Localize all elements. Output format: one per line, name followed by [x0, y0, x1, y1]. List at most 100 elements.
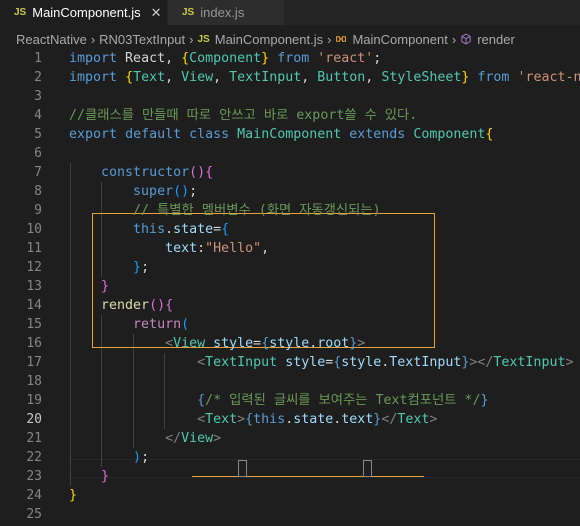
- code-text: import {Text, View, TextInput, Button, S…: [69, 68, 580, 87]
- code-token: (): [149, 298, 166, 313]
- code-token: {: [205, 165, 214, 180]
- code-line[interactable]: 20 <Text>{this.state.text}</Text>: [0, 410, 580, 429]
- code-token: 'react': [317, 51, 374, 66]
- line-number: 5: [34, 127, 42, 142]
- code-token: TextInput: [229, 70, 302, 85]
- code-token: text: [165, 241, 198, 256]
- code-token: ;: [141, 260, 150, 275]
- code-line[interactable]: 25: [0, 505, 580, 524]
- code-line[interactable]: 3: [0, 87, 580, 106]
- code-text: <Text>{this.state.text}</Text>: [69, 410, 437, 429]
- code-text: );: [69, 448, 149, 467]
- code-line[interactable]: 21 </View>: [0, 429, 580, 448]
- code-text: import React, {Component} from 'react';: [69, 49, 381, 68]
- code-token: // 특별한 멤버변수 (화면 자동갱신되는): [133, 203, 381, 218]
- code-token: {: [485, 127, 494, 142]
- tab-main-component[interactable]: JS MainComponent.js ✕: [0, 0, 168, 25]
- code-line[interactable]: 15 return(: [0, 315, 580, 334]
- code-token: ,: [365, 70, 382, 85]
- code-text: return(: [69, 315, 189, 334]
- code-line[interactable]: 14 render(){: [0, 296, 580, 315]
- tab-index[interactable]: JS index.js: [168, 0, 285, 25]
- breadcrumb-item-folder[interactable]: ReactNative: [16, 32, 87, 47]
- code-line[interactable]: 8 super();: [0, 182, 580, 201]
- code-token: TextInput: [493, 355, 566, 370]
- code-token: style: [341, 355, 382, 370]
- code-line[interactable]: 23 }: [0, 467, 580, 486]
- line-number: 14: [26, 298, 42, 313]
- class-symbol-icon: [336, 36, 347, 42]
- code-token: class: [189, 127, 230, 142]
- code-line[interactable]: 13 }: [0, 277, 580, 296]
- code-token: {: [181, 51, 190, 66]
- line-number: 19: [26, 393, 42, 408]
- code-line[interactable]: 19 {/* 입력된 글씨를 보여주는 Text컴포넌트 */}: [0, 391, 580, 410]
- chevron-right-icon: ›: [189, 31, 194, 47]
- code-text: }: [69, 277, 109, 296]
- code-token: }: [101, 279, 110, 294]
- chevron-right-icon: ›: [90, 31, 96, 47]
- code-token: this: [253, 412, 286, 427]
- code-line[interactable]: 10 this.state={: [0, 220, 580, 239]
- code-token: }: [133, 260, 142, 275]
- code-token: from: [477, 70, 510, 85]
- code-line[interactable]: 11 text:"Hello",: [0, 239, 580, 258]
- code-line[interactable]: 4 //클래스를 만들때 따로 안쓰고 바로 export쓸 수 있다.: [0, 106, 580, 125]
- code-token: View: [173, 336, 206, 351]
- code-line[interactable]: 16 <View style={style.root}>: [0, 334, 580, 353]
- code-token: <: [197, 412, 206, 427]
- breadcrumb-item-class[interactable]: MainComponent: [352, 32, 447, 47]
- breadcrumb: ReactNative › RN03TextInput › JS MainCom…: [0, 29, 580, 49]
- code-line[interactable]: 12 };: [0, 258, 580, 277]
- line-number: 15: [26, 317, 42, 332]
- breadcrumb-item-subfolder[interactable]: RN03TextInput: [99, 32, 185, 47]
- close-icon[interactable]: ✕: [151, 5, 162, 21]
- code-line[interactable]: 18: [0, 372, 580, 391]
- code-line[interactable]: 9 // 특별한 멤버변수 (화면 자동갱신되는): [0, 201, 580, 220]
- code-token: }: [69, 488, 78, 503]
- code-token: =: [253, 336, 262, 351]
- code-line[interactable]: 6: [0, 144, 580, 163]
- code-text: text:"Hello",: [69, 239, 269, 258]
- tab-label: MainComponent.js: [32, 5, 141, 20]
- code-line[interactable]: 2 import {Text, View, TextInput, Button, …: [0, 68, 580, 87]
- code-token: (): [189, 165, 206, 180]
- code-token: text: [341, 412, 374, 427]
- code-line[interactable]: 22 );: [0, 448, 580, 467]
- breadcrumb-item-method[interactable]: render: [477, 32, 515, 47]
- editor-tab-bar: JS MainComponent.js ✕ JS index.js: [0, 0, 580, 25]
- code-token: >: [357, 336, 366, 351]
- code-token: ;: [141, 450, 150, 465]
- breadcrumb-item-file[interactable]: MainComponent.js: [215, 32, 323, 47]
- code-line[interactable]: 24}: [0, 486, 580, 505]
- code-token: style: [213, 336, 254, 351]
- code-line[interactable]: 17 <TextInput style={style.TextInput}></…: [0, 353, 580, 372]
- code-token: </: [165, 431, 182, 446]
- code-token: Text: [205, 412, 238, 427]
- code-token: TextInput: [205, 355, 278, 370]
- code-token: ,: [261, 241, 270, 256]
- code-text: <View style={style.root}>: [69, 334, 365, 353]
- code-token: TextInput: [389, 355, 462, 370]
- code-text: // 특별한 멤버변수 (화면 자동갱신되는): [69, 201, 381, 220]
- code-token: :: [197, 241, 206, 256]
- code-token: React,: [117, 51, 182, 66]
- line-number: 18: [26, 374, 42, 389]
- code-token: //클래스를 만들때 따로 안쓰고 바로 export쓸 수 있다.: [69, 108, 418, 123]
- code-line[interactable]: 1 import React, {Component} from 'react';: [0, 49, 580, 68]
- code-line[interactable]: 7 constructor(){: [0, 163, 580, 182]
- code-token: ;: [189, 184, 198, 199]
- code-line[interactable]: 5 export default class MainComponent exte…: [0, 125, 580, 144]
- code-token: <: [165, 336, 174, 351]
- chevron-right-icon: ›: [327, 31, 332, 47]
- code-editor[interactable]: 1 import React, {Component} from 'react';…: [0, 49, 580, 526]
- code-text: constructor(){: [69, 163, 213, 182]
- line-number: 4: [34, 108, 42, 123]
